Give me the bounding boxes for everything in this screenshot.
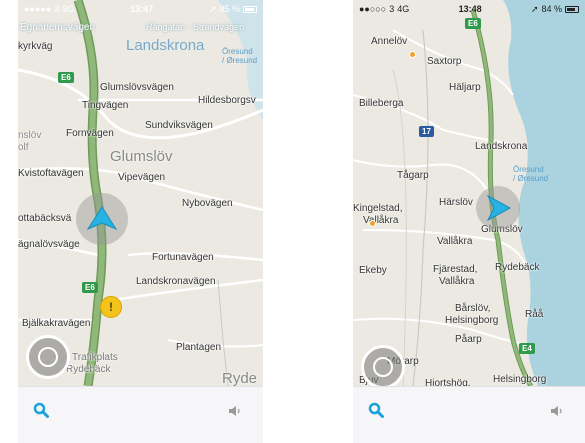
map-label: Landskrona: [475, 141, 528, 152]
map-label: Rydebäck: [495, 262, 540, 273]
map-view[interactable]: Annelöv Saxtorp Häljarp Billeberga 17 La…: [353, 0, 585, 389]
clock: 13:48: [458, 4, 482, 14]
battery-percent: 84 %: [541, 4, 562, 14]
map-label: Påarp: [455, 334, 482, 345]
road-shield: E6: [58, 72, 74, 83]
recenter-icon[interactable]: [26, 335, 70, 379]
road-shield: E4: [519, 343, 535, 354]
carrier: 3: [54, 4, 60, 14]
map-label: Bjälkakravägen: [22, 318, 91, 329]
map-view[interactable]: Egnahemsvägen Rångatan · Strandvägen kyr…: [18, 0, 263, 387]
map-label-city: Landskrona: [126, 37, 205, 54]
map-label: Fortunavägen: [152, 252, 214, 263]
left-phone-screen: Egnahemsvägen Rångatan · Strandvägen kyr…: [18, 0, 263, 443]
map-label-town: Ryde: [222, 370, 258, 387]
map-label: Vallåkra: [437, 236, 473, 247]
status-bar: ●●●●● 3 3G 13:47 ➚ 85 %: [18, 0, 263, 18]
map-label: Helsingborg: [493, 374, 547, 385]
map-label: Saxtorp: [427, 56, 462, 67]
search-icon: [368, 402, 384, 418]
speaker-icon: [229, 406, 240, 416]
map-label: ottabäcksvä: [18, 213, 72, 224]
network-type: 3G: [62, 4, 75, 14]
map-label: Råå: [525, 309, 544, 320]
map-label: Egnahemsvägen: [20, 22, 96, 33]
map-label: Trafikplats: [72, 352, 118, 363]
map-label: Häljarp: [449, 82, 481, 93]
warning-icon[interactable]: !: [100, 296, 122, 318]
location-arrow-icon: ➚: [530, 3, 539, 14]
map-label: Billeberga: [359, 98, 404, 109]
battery-icon: [243, 5, 257, 13]
town-dot: [409, 51, 416, 58]
map-label: kyrkväg: [18, 41, 53, 52]
map-label: Nybovägen: [182, 198, 233, 209]
right-phone-screen: Annelöv Saxtorp Häljarp Billeberga 17 La…: [353, 0, 585, 443]
map-label: Tingvägen: [82, 100, 129, 111]
map-label: Hildesborgsv: [198, 95, 256, 106]
map-label: Vallåkra: [439, 276, 475, 287]
map-label: Fornvägen: [66, 128, 114, 139]
status-bar: ●●○○○ 3 4G 13:48 ➚ 84 %: [353, 0, 585, 18]
signal-icon: ●●●●●: [24, 4, 52, 14]
map-label: nslöv: [18, 130, 42, 141]
recenter-icon[interactable]: [361, 345, 405, 389]
map-label: Glumslövsvägen: [100, 82, 174, 93]
map-label: Tågarp: [397, 170, 429, 181]
sound-button[interactable]: [227, 404, 243, 418]
road-shield: E6: [82, 282, 98, 293]
map-label: olf: [18, 142, 29, 153]
map-label: Härslöv: [439, 197, 473, 208]
signal-icon: ●●○○○: [359, 4, 387, 14]
road-shield: E6: [465, 18, 481, 29]
map-label: Annelöv: [371, 36, 408, 47]
speaker-icon: [551, 406, 562, 416]
map-canvas: [353, 0, 585, 386]
map-label: Sundviksvägen: [145, 120, 213, 131]
clock: 13:47: [130, 4, 154, 14]
position-arrow-icon: [86, 206, 118, 231]
map-label: Ekeby: [359, 265, 387, 276]
map-label: Kingelstad,: [353, 203, 403, 214]
map-label: Helsingborg: [445, 315, 499, 326]
search-icon: [33, 402, 49, 418]
bottom-bar: [18, 386, 263, 443]
network-type: 4G: [397, 4, 410, 14]
map-label: ägnalövsväge: [18, 239, 80, 250]
map-label: Fjärestad,: [433, 264, 478, 275]
road-shield: 17: [419, 126, 434, 137]
town-dot: [369, 220, 376, 227]
map-label: Rydebäck: [66, 364, 111, 375]
sound-button[interactable]: [549, 404, 565, 418]
map-label-town: Glumslöv: [110, 148, 173, 165]
map-label: Kvistoftavägen: [18, 168, 84, 179]
map-label-water: Öresund / Øresund: [513, 165, 549, 183]
map-label: Bårslöv,: [455, 303, 491, 314]
position-arrow-icon: [486, 194, 512, 222]
battery-icon: [565, 5, 579, 13]
carrier: 3: [389, 4, 395, 14]
location-arrow-icon: ➚: [208, 3, 217, 14]
map-label: Vipevägen: [118, 172, 166, 183]
battery-percent: 85 %: [219, 4, 240, 14]
map-label: Rångatan · Strandvägen: [146, 22, 245, 32]
bottom-bar: [353, 386, 585, 443]
map-label-water: Öresund / Øresund: [222, 47, 258, 65]
search-button[interactable]: [365, 399, 387, 421]
map-label: Landskronavägen: [136, 276, 216, 287]
map-label: Plantagen: [176, 342, 222, 353]
search-button[interactable]: [30, 399, 52, 421]
